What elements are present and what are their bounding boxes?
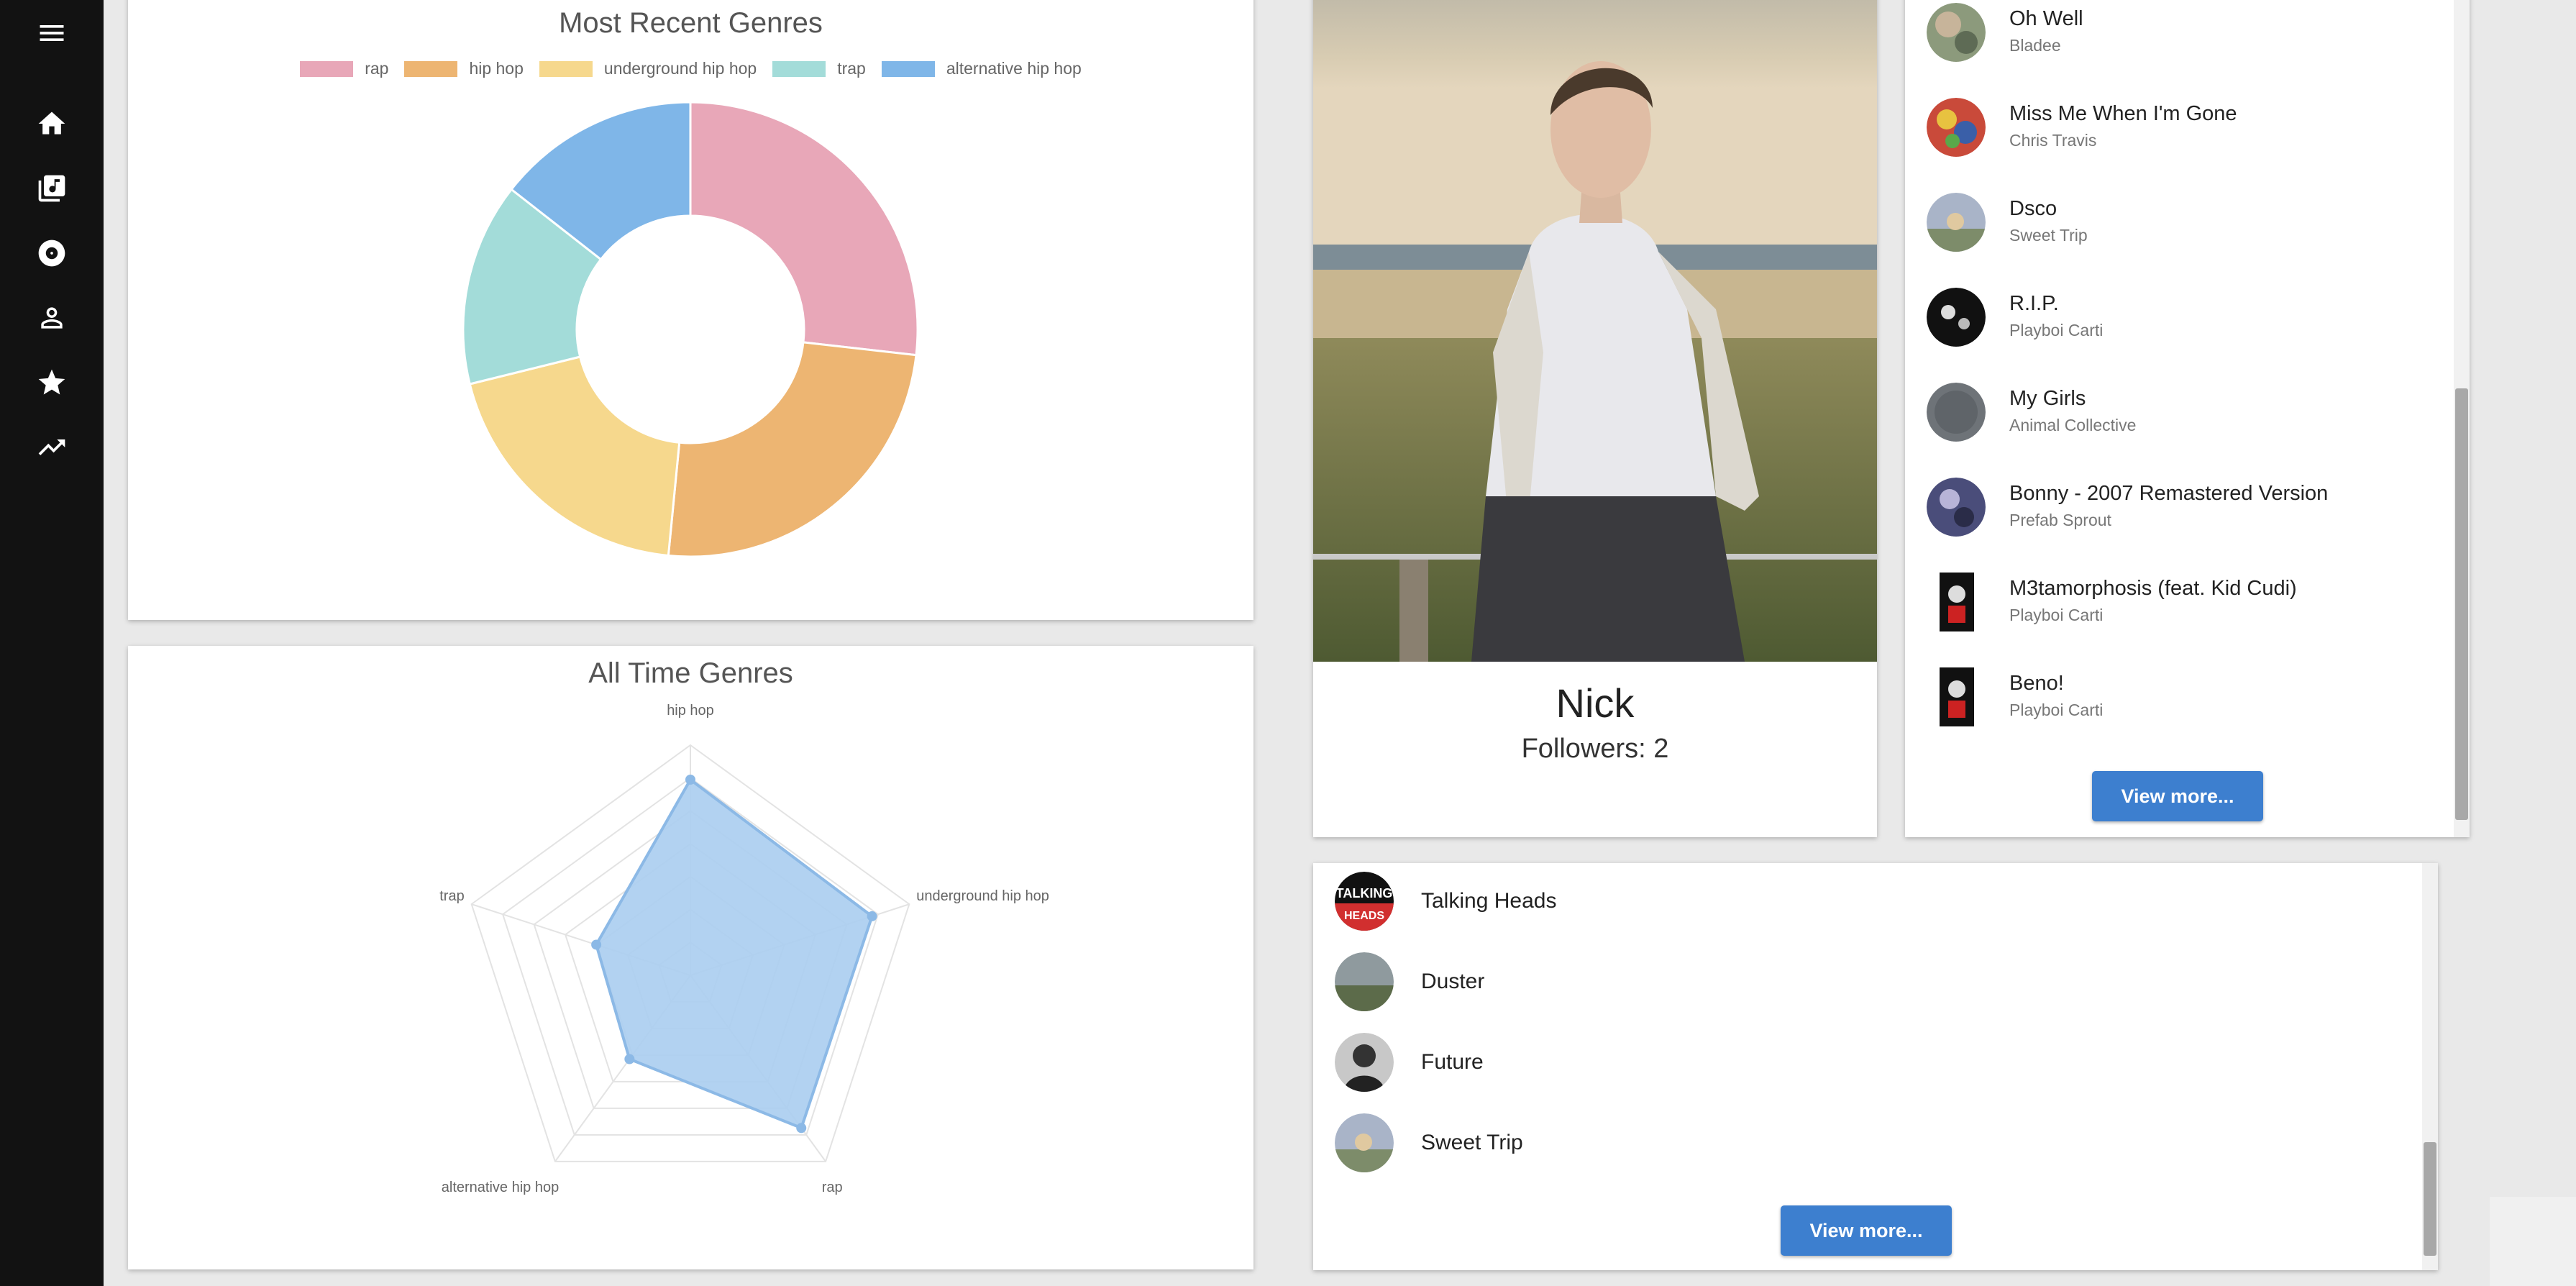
radar-axis-label: hip hop (667, 703, 714, 719)
trending-up-icon[interactable] (36, 432, 68, 463)
star-icon[interactable] (36, 367, 68, 398)
radar-point[interactable] (685, 775, 695, 785)
artist-name: Duster (1421, 970, 1485, 993)
album-art-icon (1937, 667, 1977, 726)
list-item[interactable]: Sweet Trip (1313, 1105, 2438, 1185)
album-icon[interactable] (36, 237, 68, 269)
radar-point[interactable] (796, 1123, 807, 1134)
list-item[interactable]: TALKING HEADS Talking Heads (1313, 863, 2438, 944)
track-artist: Sweet Trip (2009, 226, 2088, 245)
list-item[interactable]: My Girls Animal Collective (1905, 373, 2470, 468)
corner-panel (2490, 1197, 2576, 1286)
scrollbar[interactable] (2454, 0, 2470, 837)
track-title: M3tamorphosis (feat. Kid Cudi) (2009, 577, 2297, 600)
track-artist: Playboi Carti (2009, 606, 2104, 624)
radar-point[interactable] (591, 939, 602, 950)
list-item[interactable]: Bonny - 2007 Remastered Version Prefab S… (1905, 468, 2470, 562)
top-artists-card: TALKING HEADS Talking Heads Duster Future… (1313, 863, 2438, 1270)
radar-axis-label: underground hip hop (916, 888, 1049, 904)
artist-avatar-icon (1335, 1113, 1394, 1172)
recent-genres-card: Most Recent Genres rap hip hop underground… (128, 0, 1253, 620)
view-more-button[interactable]: View more... (1781, 1205, 1952, 1256)
artist-name: Sweet Trip (1421, 1131, 1523, 1154)
artist-avatar-icon (1335, 952, 1394, 1011)
track-artist: Playboi Carti (2009, 321, 2104, 339)
album-art-icon (1927, 193, 1986, 252)
track-title: Bonny - 2007 Remastered Version (2009, 482, 2329, 505)
list-item[interactable]: Beno! Playboi Carti (1905, 657, 2470, 752)
artist-name: Future (1421, 1050, 1484, 1074)
list-item[interactable]: R.I.P. Playboi Carti (1905, 278, 2470, 373)
track-artist: Animal Collective (2009, 416, 2137, 434)
profile-card: Nick Followers: 2 (1313, 0, 1877, 837)
all-time-genres-card: All Time Genres hip hop underground hip h… (128, 646, 1253, 1269)
list-item[interactable]: Dsco Sweet Trip (1905, 183, 2470, 278)
sidebar-nav (0, 0, 104, 1286)
track-artist: Bladee (2009, 36, 2061, 55)
album-art-icon (1927, 98, 1986, 157)
album-art-icon (1937, 573, 1977, 631)
follower-count: Followers: 2 (1521, 734, 1669, 764)
radar-chart: hip hop underground hip hop rap alternative… (439, 703, 1049, 1195)
track-title: Beno! (2009, 672, 2064, 695)
track-artist: Playboi Carti (2009, 701, 2104, 719)
scrollbar-thumb[interactable] (2455, 388, 2468, 820)
library-music-icon[interactable] (36, 173, 68, 204)
album-art-icon (1927, 288, 1986, 347)
doughnut-chart (462, 101, 919, 558)
person-icon[interactable] (36, 302, 68, 334)
recent-tracks-card: Oh Well Bladee Miss Me When I'm Gone Chr… (1905, 0, 2470, 837)
list-item[interactable]: Duster (1313, 944, 2438, 1024)
menu-icon[interactable] (36, 17, 68, 49)
radar-axis-label: rap (822, 1180, 843, 1195)
list-item[interactable]: Miss Me When I'm Gone Chris Travis (1905, 88, 2470, 183)
radar-point[interactable] (624, 1054, 635, 1064)
album-art-icon (1927, 383, 1986, 442)
track-title: Dsco (2009, 197, 2057, 220)
track-title: Oh Well (2009, 7, 2083, 30)
album-art-icon (1927, 478, 1986, 537)
list-item[interactable]: Future (1313, 1024, 2438, 1105)
scrollbar-thumb[interactable] (2424, 1142, 2436, 1256)
home-icon[interactable] (36, 108, 68, 140)
pie-slice[interactable] (667, 341, 918, 558)
pie-slice[interactable] (689, 101, 919, 357)
track-title: Miss Me When I'm Gone (2009, 102, 2237, 125)
view-more-button[interactable]: View more... (2092, 771, 2263, 821)
artist-avatar-icon (1335, 1033, 1394, 1092)
svg-text:HEADS: HEADS (1344, 910, 1384, 922)
album-art-icon (1927, 3, 1986, 62)
profile-name: Nick (1556, 680, 1635, 726)
profile-photo (1313, 0, 1877, 662)
track-title: My Girls (2009, 387, 2086, 410)
radar-point[interactable] (867, 911, 877, 921)
scrollbar[interactable] (2422, 863, 2438, 1270)
track-title: R.I.P. (2009, 292, 2059, 315)
artist-avatar-icon: TALKING HEADS (1335, 872, 1394, 931)
pie-slice[interactable] (468, 355, 681, 557)
artist-name: Talking Heads (1421, 889, 1557, 913)
track-artist: Chris Travis (2009, 131, 2097, 150)
radar-series-area (594, 777, 874, 1130)
radar-axis-label: trap (439, 888, 464, 904)
radar-axis-label: alternative hip hop (442, 1180, 559, 1195)
track-artist: Prefab Sprout (2009, 511, 2111, 529)
svg-text:TALKING: TALKING (1336, 886, 1393, 900)
list-item[interactable]: Oh Well Bladee (1905, 0, 2470, 88)
list-item[interactable]: M3tamorphosis (feat. Kid Cudi) Playboi C… (1905, 562, 2470, 657)
